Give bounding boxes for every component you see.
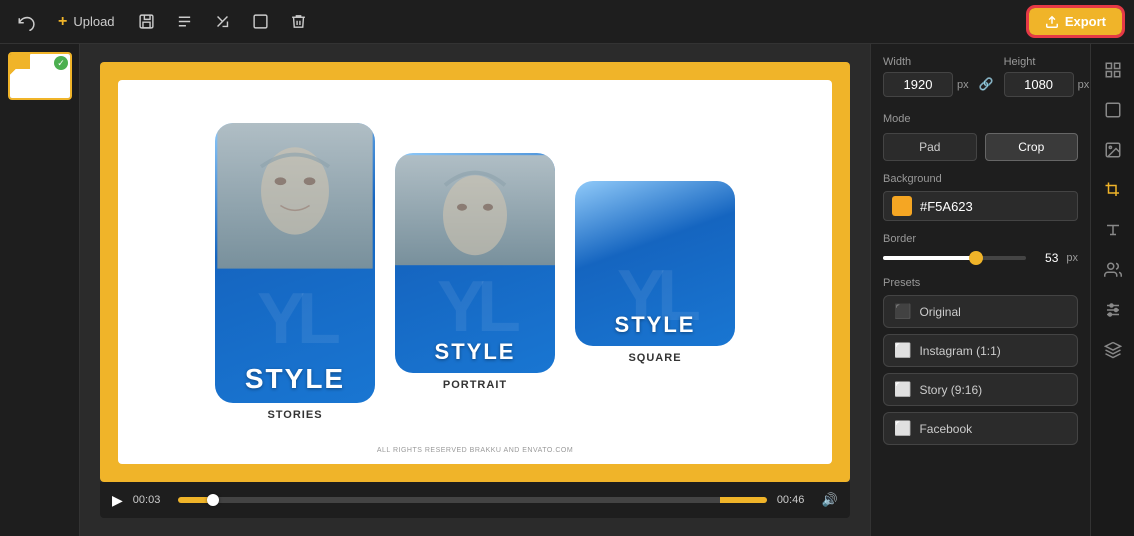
layers-sidebar-icon[interactable] [1095,332,1131,368]
border-section: Border 53 px [883,233,1078,265]
export-button[interactable]: Export [1029,8,1122,35]
presets-section: Presets ⬛ Original ⬜ Instagram (1:1) ⬜ S… [883,277,1078,445]
upload-button[interactable]: + Upload [50,9,123,35]
width-unit: px [957,79,969,91]
toolbar-left: + Upload [12,8,1017,36]
stories-label: STORIES [267,409,322,421]
text-format-icon[interactable] [171,8,199,36]
time-start: 00:03 [133,494,168,506]
playback-bar: ▶ 00:03 00:46 🔊 [100,482,850,518]
square-card[interactable]: YL STYLE [575,181,735,346]
preset-story-icon: ⬜ [894,381,911,398]
mode-section: Mode Pad Crop [883,109,1078,161]
square-label: SQUARE [628,352,681,364]
frame-sidebar-icon[interactable] [1095,92,1131,128]
portrait-style-text: STYLE [435,339,516,365]
volume-icon[interactable]: 🔊 [822,492,838,508]
preset-original-icon: ⬛ [894,303,911,320]
border-value: 53 [1034,251,1058,265]
left-sidebar: S ✓ [0,44,80,536]
portrait-card[interactable]: YL STYLE [395,153,555,373]
background-input-row[interactable]: #F5A623 [883,191,1078,221]
rect-icon[interactable] [247,8,275,36]
border-slider-row: 53 px [883,251,1078,265]
preset-instagram-icon: ⬜ [894,342,911,359]
border-label: Border [883,233,1078,245]
transform-icon[interactable] [209,8,237,36]
icon-sidebar [1090,44,1134,536]
time-end: 00:46 [777,494,812,506]
stories-card-container: YL STYLE STORIES [215,123,375,421]
width-input-row: px [883,72,969,97]
delete-icon[interactable] [285,8,313,36]
preset-original-label: Original [919,305,960,319]
dimension-row: Width px 🔗 Height px [883,56,1078,97]
height-unit: px [1078,79,1090,91]
mode-crop-button[interactable]: Crop [985,133,1079,161]
preset-facebook-icon: ⬜ [894,420,911,437]
right-panel: Width px 🔗 Height px Mode Pad [870,44,1090,536]
border-slider[interactable] [883,256,1026,260]
text-sidebar-icon[interactable] [1095,212,1131,248]
presets-label: Presets [883,277,1078,289]
width-field: Width px [883,56,969,97]
preset-instagram[interactable]: ⬜ Instagram (1:1) [883,334,1078,367]
undo-icon[interactable] [12,8,40,36]
background-section: Background #F5A623 [883,173,1078,221]
play-button[interactable]: ▶ [112,492,123,509]
progress-track[interactable] [178,497,767,503]
preset-original[interactable]: ⬛ Original [883,295,1078,328]
copyright-text: ALL RIGHTS RESERVED BRAKKU AND ENVATO.CO… [377,447,573,454]
border-unit: px [1066,252,1078,264]
image-sidebar-icon[interactable] [1095,132,1131,168]
preset-facebook[interactable]: ⬜ Facebook [883,412,1078,445]
progress-end-fill [720,497,767,503]
preset-story-label: Story (9:16) [919,383,982,397]
thumbnail-check: ✓ [54,56,68,70]
canvas-wrapper: YL STYLE STORIES [100,62,850,482]
toolbar: + Upload [0,0,1134,44]
square-card-container: YL STYLE SQUARE [575,181,735,364]
height-input-row: px [1004,72,1090,97]
canvas-area: YL STYLE STORIES [80,44,870,536]
slider-thumb[interactable] [969,251,983,265]
link-icon[interactable]: 🔗 [979,77,994,91]
height-label: Height [1004,56,1090,68]
person-sidebar-icon[interactable] [1095,252,1131,288]
preset-story[interactable]: ⬜ Story (9:16) [883,373,1078,406]
height-field: Height px [1004,56,1090,97]
background-label: Background [883,173,1078,185]
mode-pad-button[interactable]: Pad [883,133,977,161]
stories-card[interactable]: YL STYLE [215,123,375,403]
height-input[interactable] [1004,72,1074,97]
grid-sidebar-icon[interactable] [1095,52,1131,88]
color-hex: #F5A623 [920,199,1069,214]
sliders-sidebar-icon[interactable] [1095,292,1131,328]
portrait-label: PORTRAIT [443,379,507,391]
main-area: S ✓ [0,44,1134,536]
square-style-text: STYLE [615,312,696,338]
width-input[interactable] [883,72,953,97]
mode-label: Mode [883,113,911,125]
preset-facebook-label: Facebook [919,422,972,436]
canvas-inner: YL STYLE STORIES [118,80,832,464]
progress-thumb[interactable] [207,494,219,506]
color-swatch[interactable] [892,196,912,216]
mode-row: Pad Crop [883,133,1078,161]
save-icon[interactable] [133,8,161,36]
slider-fill [883,256,976,260]
width-label: Width [883,56,969,68]
crop-sidebar-icon[interactable] [1095,172,1131,208]
thumbnail-item[interactable]: S ✓ [8,52,72,100]
portrait-card-container: YL STYLE PORTRAIT [395,153,555,391]
preset-instagram-label: Instagram (1:1) [919,344,1000,358]
stories-style-text: STYLE [245,363,345,395]
